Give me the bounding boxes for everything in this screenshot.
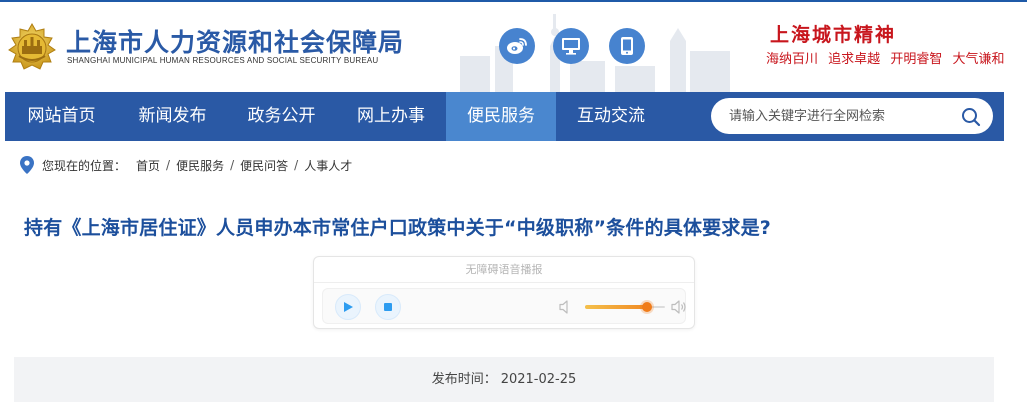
accessibility-audio-player: 无障碍语音播报 [313,256,695,329]
volume-high-icon[interactable] [671,299,687,315]
player-heading: 无障碍语音播报 [314,257,694,283]
nav-item-news[interactable]: 新闻发布 [118,92,227,141]
volume-slider[interactable] [585,302,665,312]
nav-item-public-services[interactable]: 便民服务 [446,92,556,141]
breadcrumb-home[interactable]: 首页 [136,157,160,174]
breadcrumb-separator: / [230,158,235,172]
breadcrumb-separator: / [166,158,171,172]
publish-label: 发布时间： [431,372,497,387]
computer-icon [562,38,580,55]
site-subtitle: SHANGHAI MUNICIPAL HUMAN RESOURCES AND S… [67,56,379,65]
pc-version-button[interactable] [553,28,589,64]
main-nav: 网站首页 新闻发布 政务公开 网上办事 便民服务 互动交流 [5,92,1004,141]
site-title[interactable]: 上海市人力资源和社会保障局 [66,23,404,59]
play-icon [344,302,353,312]
publish-info: 发布时间： 2021-02-25 [14,357,994,402]
city-skyline-decoration [460,14,730,92]
play-button[interactable] [335,294,361,320]
motto-item: 大气谦和 [952,52,1005,67]
breadcrumb: 您现在的位置： 首页 / 便民服务 / 便民问答 / 人事人才 [20,155,352,175]
city-spirit-title: 上海城市精神 [770,24,897,46]
location-pin-icon [20,156,34,174]
stop-button[interactable] [375,294,401,320]
publish-date: 2021-02-25 [500,372,577,387]
mobile-version-button[interactable] [609,28,645,64]
search-input[interactable] [729,98,949,134]
volume-low-icon[interactable] [559,299,573,315]
breadcrumb-faq[interactable]: 便民问答 [240,157,288,174]
mobile-icon [621,37,633,55]
breadcrumb-public-services[interactable]: 便民服务 [176,157,224,174]
motto-item: 开明睿智 [890,52,943,67]
motto-item: 追求卓越 [828,52,881,67]
nav-item-home[interactable]: 网站首页 [5,92,118,141]
nav-item-interaction[interactable]: 互动交流 [556,92,666,141]
player-controls [322,288,686,324]
volume-fill [585,305,648,309]
volume-thumb[interactable] [642,302,653,312]
breadcrumb-label: 您现在的位置： [42,158,127,173]
article-title: 持有《上海市居住证》人员申办本市常住户口政策中关于“中级职称”条件的具体要求是? [24,217,771,239]
city-spirit-motto: 海纳百川 追求卓越 开明睿智 大气谦和 [766,48,1010,67]
stop-icon [384,303,392,311]
bureau-logo-icon[interactable] [5,22,59,72]
motto-item: 海纳百川 [766,52,819,67]
search-box [711,98,993,134]
breadcrumb-personnel[interactable]: 人事人才 [304,157,352,174]
weibo-icon [507,38,527,54]
nav-item-gov-affairs[interactable]: 政务公开 [227,92,336,141]
search-icon[interactable] [961,107,981,127]
top-rule [0,0,1027,2]
weibo-button[interactable] [499,28,535,64]
breadcrumb-separator: / [294,158,299,172]
nav-item-online-services[interactable]: 网上办事 [336,92,446,141]
site-header: 上海市人力资源和社会保障局 SHANGHAI MUNICIPAL HUMAN R… [0,0,1027,92]
